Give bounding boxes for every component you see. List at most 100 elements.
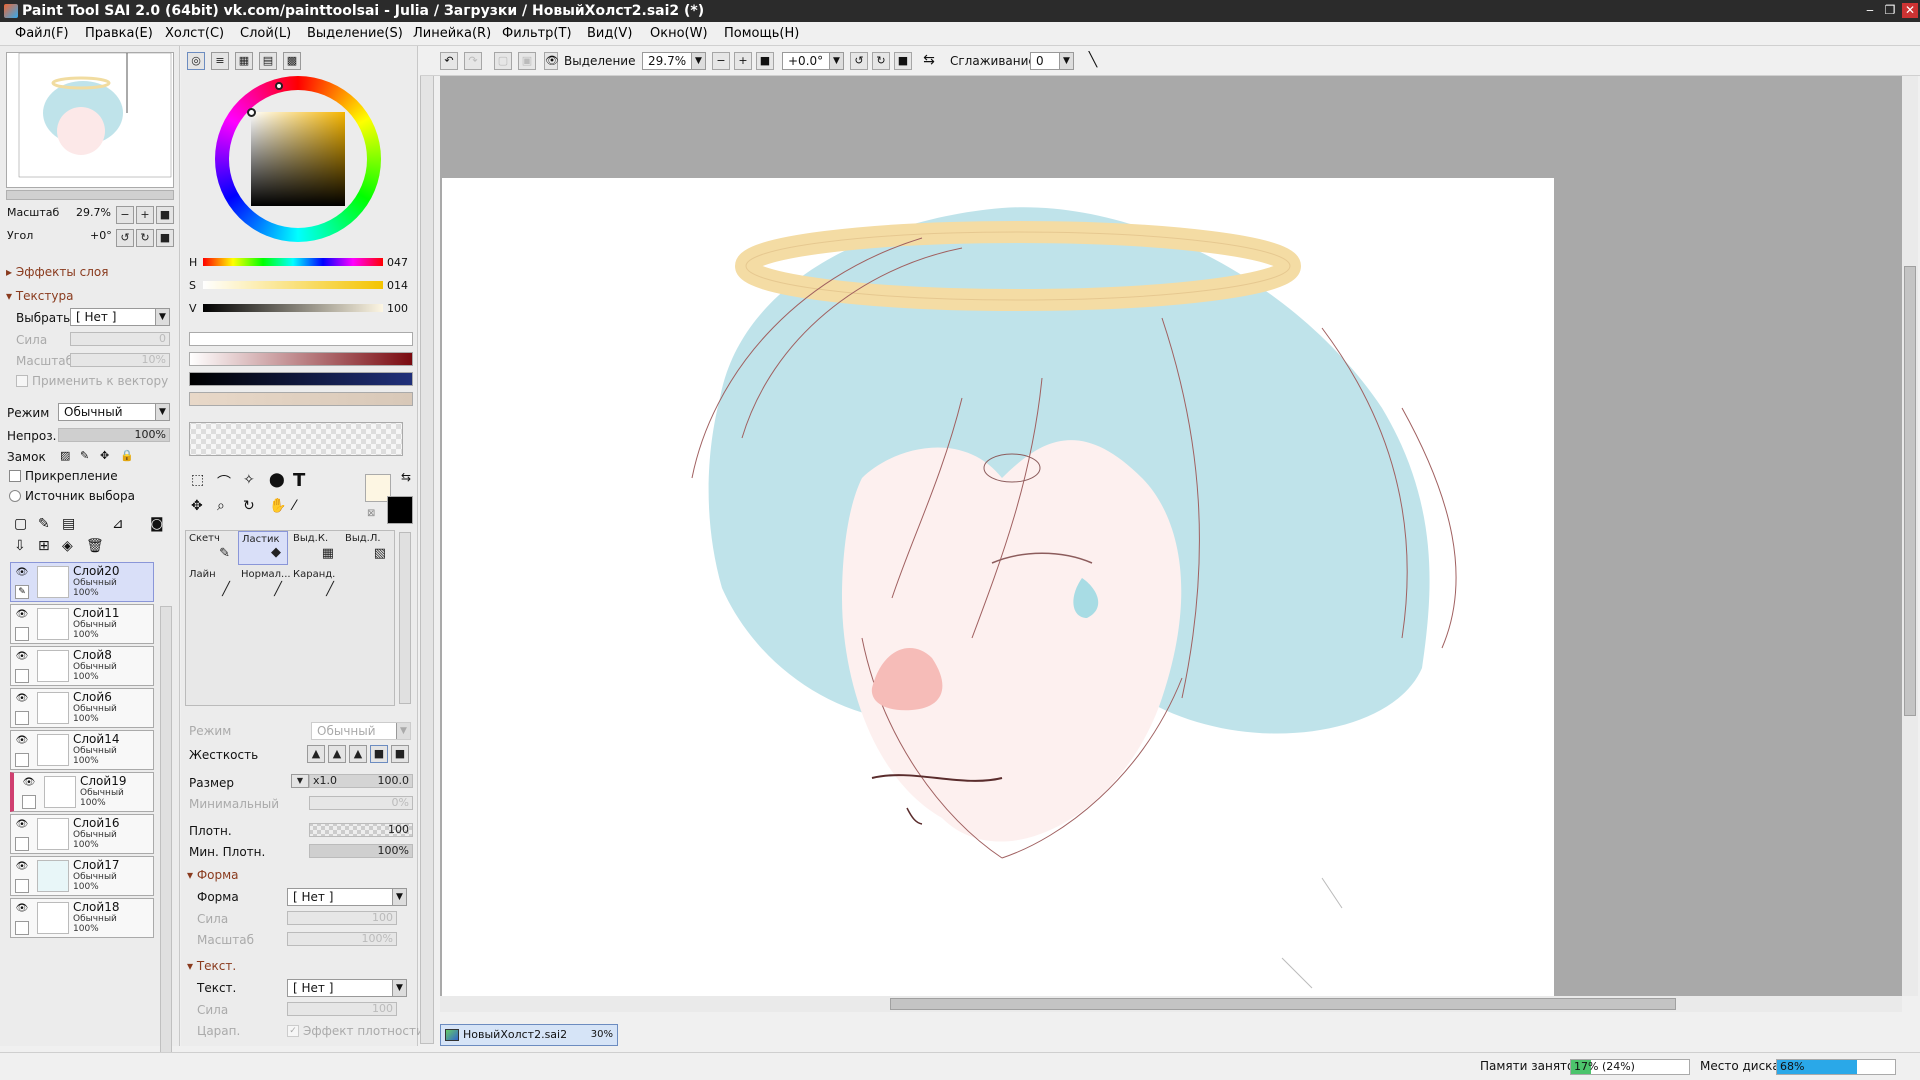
lock-paint-icon[interactable]: ✎ (80, 449, 89, 462)
mixer-tab[interactable]: ▤ (259, 52, 277, 70)
brush-texture-combo[interactable]: [ Нет ] ▼ (287, 979, 407, 997)
menu-help[interactable]: Помощь(H) (724, 26, 799, 41)
swatches-tab[interactable]: ▦ (235, 52, 253, 70)
close-icon[interactable]: ✕ (1902, 3, 1918, 18)
layer-list-scrollbar[interactable] (160, 606, 172, 1076)
texture-scale-slider[interactable]: 10% (70, 353, 170, 367)
new-layer-icon[interactable]: ▢ (14, 516, 27, 532)
line-stabilizer-icon[interactable]: ╲ (1084, 52, 1102, 70)
layer-item[interactable]: 👁 Слой17 Обычный 100% (10, 856, 154, 896)
hue-value[interactable]: 047 (387, 256, 408, 269)
tool-eraser[interactable]: Ластик ◆ (238, 531, 288, 565)
tool-grid-scrollbar[interactable] (399, 532, 411, 704)
hue-slider[interactable] (203, 258, 383, 266)
tool-line[interactable]: Лайн ╱ (186, 567, 236, 601)
magic-wand-icon[interactable]: ✧ (243, 472, 255, 488)
lasso-icon[interactable]: ⌒ (217, 472, 231, 492)
angle-value[interactable]: +0° (90, 229, 112, 242)
saturation-value[interactable]: 014 (387, 279, 408, 292)
move-icon[interactable]: ✥ (191, 498, 203, 514)
zoom-value[interactable]: 29.7% (76, 206, 111, 219)
undo-button[interactable]: ↶ (440, 52, 458, 70)
text-tool-icon[interactable]: T (293, 470, 305, 491)
lock-all-icon[interactable]: 🔒 (120, 449, 134, 462)
min-size-slider[interactable]: 0% (309, 796, 413, 810)
selection-source-radio[interactable] (9, 490, 21, 502)
delete-layer-icon[interactable]: 🗑 (86, 538, 104, 554)
clipping-checkbox[interactable] (9, 470, 21, 482)
tool-pencil[interactable]: Каранд. ╱ (290, 567, 340, 601)
eyedropper-icon[interactable]: ⁄ (293, 498, 295, 514)
layer-item[interactable]: 👁 Слой19 Обычный 100% (10, 772, 154, 812)
zoom-out-button[interactable]: − (116, 206, 134, 224)
rotate-left-button[interactable]: ↺ (116, 229, 134, 247)
gradient-bar-red[interactable] (189, 352, 413, 366)
blend-mode-combo[interactable]: Обычный ▼ (58, 403, 170, 421)
layer-item[interactable]: 👁 Слой16 Обычный 100% (10, 814, 154, 854)
layer-effects-section[interactable]: ▸ Эффекты слоя (6, 265, 108, 279)
size-slider[interactable]: x1.0 100.0 (309, 774, 413, 788)
color-wheel-tab[interactable]: ◎ (187, 52, 205, 70)
tool-select-pen[interactable]: Выд.К. ▦ (290, 531, 340, 565)
menu-ruler[interactable]: Линейка(R) (413, 26, 491, 41)
new-folder-icon[interactable]: ▤ (62, 516, 75, 532)
eye-icon[interactable]: 👁 (15, 903, 29, 915)
eye-icon[interactable]: 👁 (15, 861, 29, 873)
toolbar-zoom-combo[interactable]: 29.7% ▼ (642, 52, 706, 70)
horizontal-scroll-thumb[interactable] (890, 998, 1676, 1010)
hardness-4[interactable]: ■ (370, 745, 388, 763)
menu-view[interactable]: Вид(V) (587, 26, 632, 41)
shape-strength-slider[interactable]: 100 (287, 911, 397, 925)
menu-file[interactable]: Файл(F) (15, 26, 69, 41)
redo-button[interactable]: ↷ (464, 52, 482, 70)
texture-strength-slider[interactable]: 0 (70, 332, 170, 346)
tool-select-eraser[interactable]: Выд.Л. ▧ (342, 531, 392, 565)
menu-selection[interactable]: Выделение(S) (307, 26, 403, 41)
transparent-color-icon[interactable]: ⊠ (367, 508, 375, 519)
opacity-slider[interactable]: 100% (58, 428, 170, 442)
sv-marker[interactable] (247, 108, 256, 117)
menu-layer[interactable]: Слой(L) (240, 26, 291, 41)
hue-marker[interactable] (275, 82, 283, 90)
hardness-3[interactable]: ▲ (349, 745, 367, 763)
layer-item[interactable]: 👁 ✎ Слой20 Обычный 100% (10, 562, 154, 602)
tool-normal[interactable]: Нормал... ╱ (238, 567, 291, 601)
toolbar-rotate-left-button[interactable]: ↺ (850, 52, 868, 70)
eye-icon[interactable]: 👁 (15, 819, 29, 831)
smoothing-combo[interactable]: 0 ▼ (1030, 52, 1074, 70)
shape-combo[interactable]: [ Нет ] ▼ (287, 888, 407, 906)
canvas-document[interactable] (442, 178, 1554, 996)
toolbar-zoom-reset-button[interactable]: ■ (756, 52, 774, 70)
hand-icon[interactable]: ✋ (269, 498, 286, 514)
lock-pixels-icon[interactable]: ▨ (60, 449, 70, 462)
hardness-5[interactable]: ■ (391, 745, 409, 763)
canvas-viewport[interactable] (440, 76, 1902, 996)
layer-item[interactable]: 👁 Слой11 Обычный 100% (10, 604, 154, 644)
gradient-bar-blue[interactable] (189, 372, 413, 386)
rgb-sliders-tab[interactable]: ≡ (211, 52, 229, 70)
color-wheel[interactable] (215, 76, 381, 242)
brush-texture-section[interactable]: ▾ Текст. (187, 959, 236, 973)
layer-item[interactable]: 👁 Слой8 Обычный 100% (10, 646, 154, 686)
document-tab[interactable]: НовыйХолст2.sai2 30% (440, 1024, 618, 1046)
eye-icon[interactable]: 👁 (15, 735, 29, 747)
rect-select-icon[interactable]: ⬚ (191, 472, 204, 488)
layer-item[interactable]: 👁 Слой14 Обычный 100% (10, 730, 154, 770)
minimize-icon[interactable]: ‒ (1862, 3, 1878, 18)
toolbar-angle-combo[interactable]: +0.0° ▼ (782, 52, 844, 70)
density-slider[interactable]: 100 (309, 823, 413, 837)
palette-tab[interactable]: ▩ (283, 52, 301, 70)
merge-down-icon[interactable]: ⇩ (14, 538, 26, 554)
gradient-bar-white[interactable] (189, 332, 413, 346)
layer-item[interactable]: 👁 Слой18 Обычный 100% (10, 898, 154, 938)
eye-icon[interactable]: 👁 (15, 693, 29, 705)
vertical-scroll-thumb[interactable] (1904, 266, 1916, 716)
zoom-in-button[interactable]: + (136, 206, 154, 224)
secondary-color-swatch[interactable] (387, 496, 413, 524)
saturation-value-square[interactable] (251, 112, 345, 206)
zoom-icon[interactable]: ⌕ (217, 498, 225, 514)
toolbar-rotate-reset-button[interactable]: ■ (894, 52, 912, 70)
brush-mode-combo[interactable]: Обычный ▼ (311, 722, 411, 740)
eye-icon[interactable]: 👁 (15, 651, 29, 663)
rotate-icon[interactable]: ↻ (243, 498, 255, 514)
